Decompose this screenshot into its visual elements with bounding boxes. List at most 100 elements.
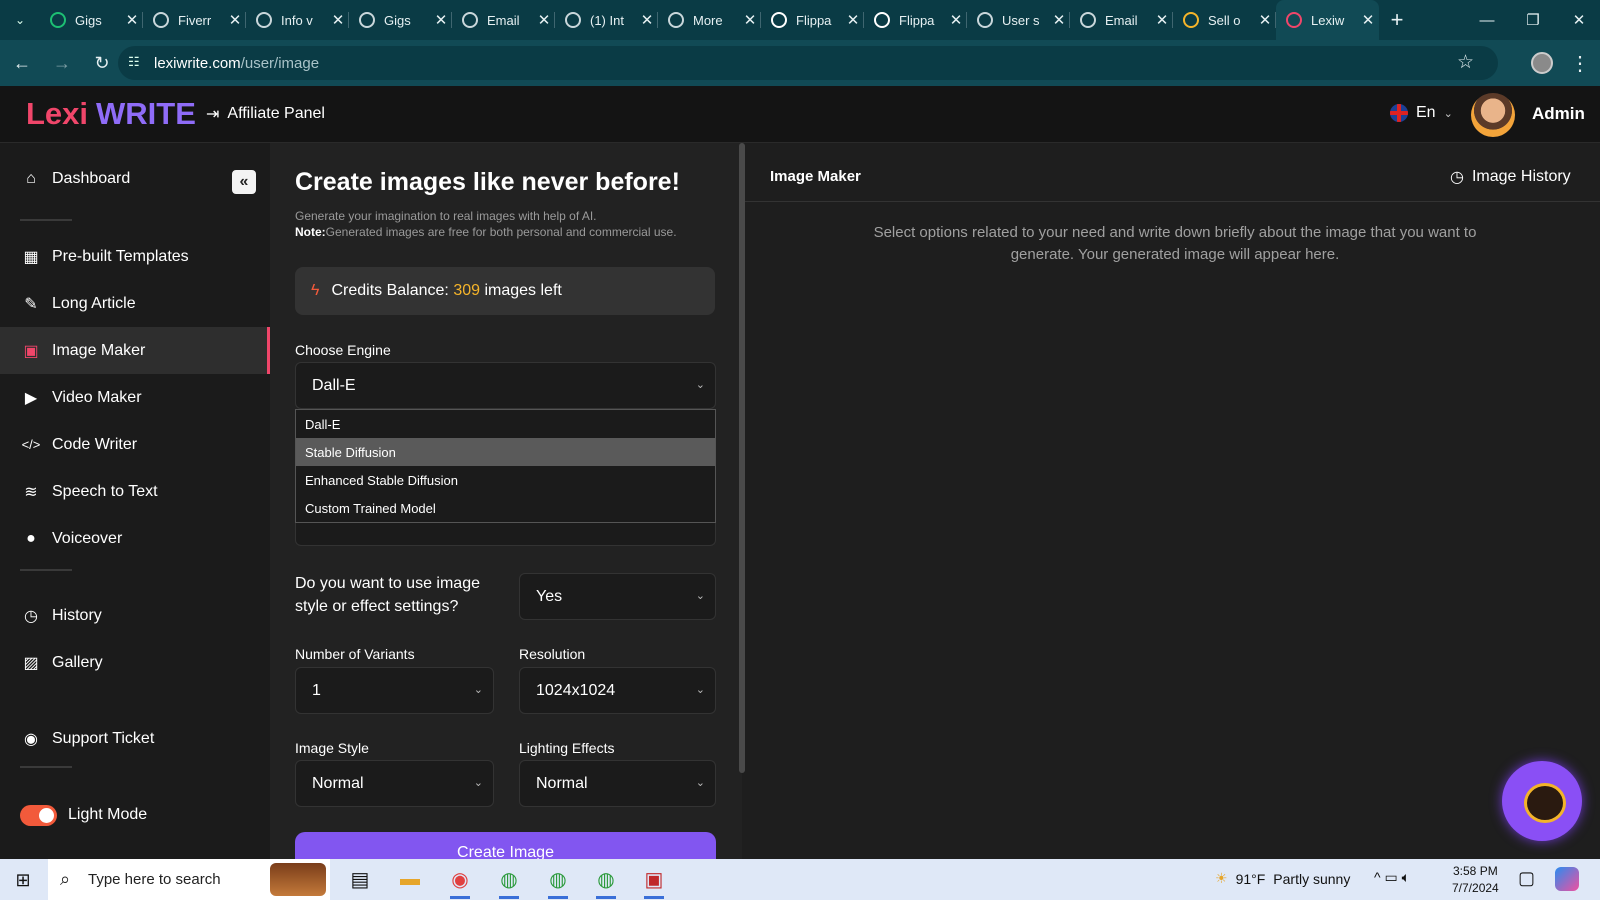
- network-icon[interactable]: ▭: [1384, 869, 1397, 886]
- tab-close-icon[interactable]: ✕: [636, 11, 658, 29]
- browser-tab[interactable]: More ✕: [658, 0, 761, 40]
- notification-icon[interactable]: ▢: [1518, 868, 1535, 889]
- chrome-icon[interactable]: ◍: [489, 859, 529, 900]
- close-window-icon[interactable]: ✕: [1556, 0, 1600, 40]
- browser-menu-icon[interactable]: ⋮: [1568, 48, 1592, 78]
- tab-close-icon[interactable]: ✕: [1357, 11, 1379, 29]
- sidebar-item-speech-to-text[interactable]: ≋ Speech to Text: [0, 468, 270, 515]
- browser-tab[interactable]: Email ✕: [1070, 0, 1173, 40]
- file-explorer-icon[interactable]: ▬: [390, 859, 430, 900]
- tab-close-icon[interactable]: ✕: [430, 11, 452, 29]
- profile-avatar-icon[interactable]: [1531, 52, 1553, 74]
- task-view-icon[interactable]: ▤: [340, 859, 380, 900]
- flippa-icon: [874, 12, 890, 28]
- sidebar-item-gallery[interactable]: ▨ Gallery: [0, 639, 270, 686]
- sidebar-item-video-maker[interactable]: ▶ Video Maker: [0, 374, 270, 421]
- tab-close-icon[interactable]: ✕: [224, 11, 246, 29]
- tab-label: More: [693, 12, 723, 28]
- history-icon: ◷: [1450, 169, 1464, 186]
- engine-option[interactable]: Custom Trained Model: [296, 494, 715, 522]
- logout-arrow-icon: ⇥: [206, 106, 220, 123]
- globe-icon: [256, 12, 272, 28]
- reload-icon[interactable]: ↻: [84, 45, 120, 81]
- bookmark-star-icon[interactable]: ☆: [1457, 51, 1474, 74]
- engine-select[interactable]: Dall-E ⌄: [295, 362, 716, 409]
- resolution-select[interactable]: 1024x1024 ⌄: [519, 667, 716, 714]
- copilot-icon[interactable]: [1555, 867, 1579, 891]
- tab-close-icon[interactable]: ✕: [945, 11, 967, 29]
- lighting-select[interactable]: Normal ⌄: [519, 760, 716, 807]
- tab-close-icon[interactable]: ✕: [739, 11, 761, 29]
- sidebar-item-long-article[interactable]: ✎ Long Article: [0, 280, 270, 327]
- weather-desc: Partly sunny: [1273, 870, 1351, 887]
- light-mode-toggle[interactable]: [20, 805, 57, 826]
- weather-widget[interactable]: ☀ 91°F Partly sunny: [1215, 870, 1350, 887]
- browser-tab[interactable]: Flippa ✕: [864, 0, 967, 40]
- site-info-icon[interactable]: ☷: [128, 54, 140, 70]
- browser-tab[interactable]: (1) Int ✕: [555, 0, 658, 40]
- browser-tab[interactable]: User s ✕: [967, 0, 1070, 40]
- resolution-value: 1024x1024: [536, 681, 616, 699]
- volume-icon[interactable]: 🔈︎: [1402, 869, 1410, 886]
- tab-close-icon[interactable]: ✕: [1151, 11, 1173, 29]
- browser-tab[interactable]: Email ✕: [452, 0, 555, 40]
- prompt-textarea[interactable]: [295, 522, 716, 546]
- browser-tab[interactable]: Lexiw ✕: [1276, 0, 1379, 40]
- logo[interactable]: Lexi WRITE: [26, 96, 196, 132]
- sidebar-item-pre-built-templates[interactable]: ▦ Pre-built Templates: [0, 233, 270, 280]
- tab-close-icon[interactable]: ✕: [327, 11, 349, 29]
- chrome-icon-3[interactable]: ◍: [586, 859, 626, 900]
- windows-start-icon[interactable]: ⊞: [12, 869, 34, 891]
- avatar[interactable]: [1471, 93, 1515, 137]
- engine-option[interactable]: Stable Diffusion: [296, 438, 715, 466]
- app-red-icon[interactable]: ◉: [440, 859, 480, 900]
- tab-close-icon[interactable]: ✕: [1254, 11, 1276, 29]
- browser-tab[interactable]: Fiverr ✕: [143, 0, 246, 40]
- tab-close-icon[interactable]: ✕: [121, 11, 143, 29]
- affiliate-panel-link[interactable]: ⇥ Affiliate Panel: [206, 104, 325, 124]
- tab-close-icon[interactable]: ✕: [1048, 11, 1070, 29]
- browser-tab[interactable]: Flippa ✕: [761, 0, 864, 40]
- minimize-icon[interactable]: —: [1464, 0, 1510, 40]
- language-selector[interactable]: En ⌄: [1390, 104, 1453, 122]
- sidebar-item-label: Speech to Text: [52, 482, 158, 500]
- sidebar-item-support-ticket[interactable]: ◉ Support Ticket: [0, 715, 270, 762]
- tab-label: Email: [487, 12, 520, 28]
- sidebar-item-dashboard[interactable]: ⌂ Dashboard: [0, 155, 270, 202]
- sidebar-item-code-writer[interactable]: </> Code Writer: [0, 421, 270, 468]
- address-bar[interactable]: ☷ lexiwrite.com/user/image ☆: [118, 46, 1498, 80]
- sidebar-item-image-maker[interactable]: ▣ Image Maker: [0, 327, 270, 374]
- image-style-value: Normal: [312, 774, 364, 792]
- forward-icon[interactable]: →: [44, 45, 80, 81]
- style-settings-select[interactable]: Yes ⌄: [519, 573, 716, 620]
- engine-option[interactable]: Dall-E: [296, 410, 715, 438]
- style-settings-value: Yes: [536, 587, 563, 605]
- taskbar-search[interactable]: ⌕ Type here to search: [48, 859, 330, 900]
- chrome-icon-2[interactable]: ◍: [538, 859, 578, 900]
- new-tab-icon[interactable]: +: [1379, 0, 1415, 40]
- system-tray[interactable]: ^ ▭ 🔈︎: [1374, 869, 1410, 886]
- back-icon[interactable]: ←: [4, 45, 40, 81]
- variants-select[interactable]: 1 ⌄: [295, 667, 494, 714]
- browser-tab[interactable]: Info v ✕: [246, 0, 349, 40]
- image-history-button[interactable]: ◷ Image History: [1450, 167, 1571, 187]
- chevron-down-icon: ⌄: [695, 590, 705, 602]
- browser-tab[interactable]: Gigs ✕: [349, 0, 452, 40]
- chevron-up-icon[interactable]: ^: [1374, 869, 1381, 885]
- tab-close-icon[interactable]: ✕: [842, 11, 864, 29]
- restore-icon[interactable]: ❐: [1510, 0, 1556, 40]
- light-mode-label: Light Mode: [68, 806, 148, 823]
- image-style-select[interactable]: Normal ⌄: [295, 760, 494, 807]
- tab-search-icon[interactable]: ⌄: [0, 0, 40, 40]
- user-name[interactable]: Admin: [1532, 104, 1585, 124]
- filezilla-icon[interactable]: ▣: [634, 859, 674, 900]
- fiverr-icon: [50, 12, 66, 28]
- chatbot-icon[interactable]: [1502, 761, 1582, 841]
- tab-close-icon[interactable]: ✕: [533, 11, 555, 29]
- sidebar-item-voiceover[interactable]: ● Voiceover: [0, 515, 270, 562]
- clock[interactable]: 3:58 PM 7/7/2024: [1452, 863, 1499, 897]
- browser-tab[interactable]: Gigs ✕: [40, 0, 143, 40]
- sidebar-item-history[interactable]: ◷ History: [0, 592, 270, 639]
- engine-option[interactable]: Enhanced Stable Diffusion: [296, 466, 715, 494]
- browser-tab[interactable]: Sell o ✕: [1173, 0, 1276, 40]
